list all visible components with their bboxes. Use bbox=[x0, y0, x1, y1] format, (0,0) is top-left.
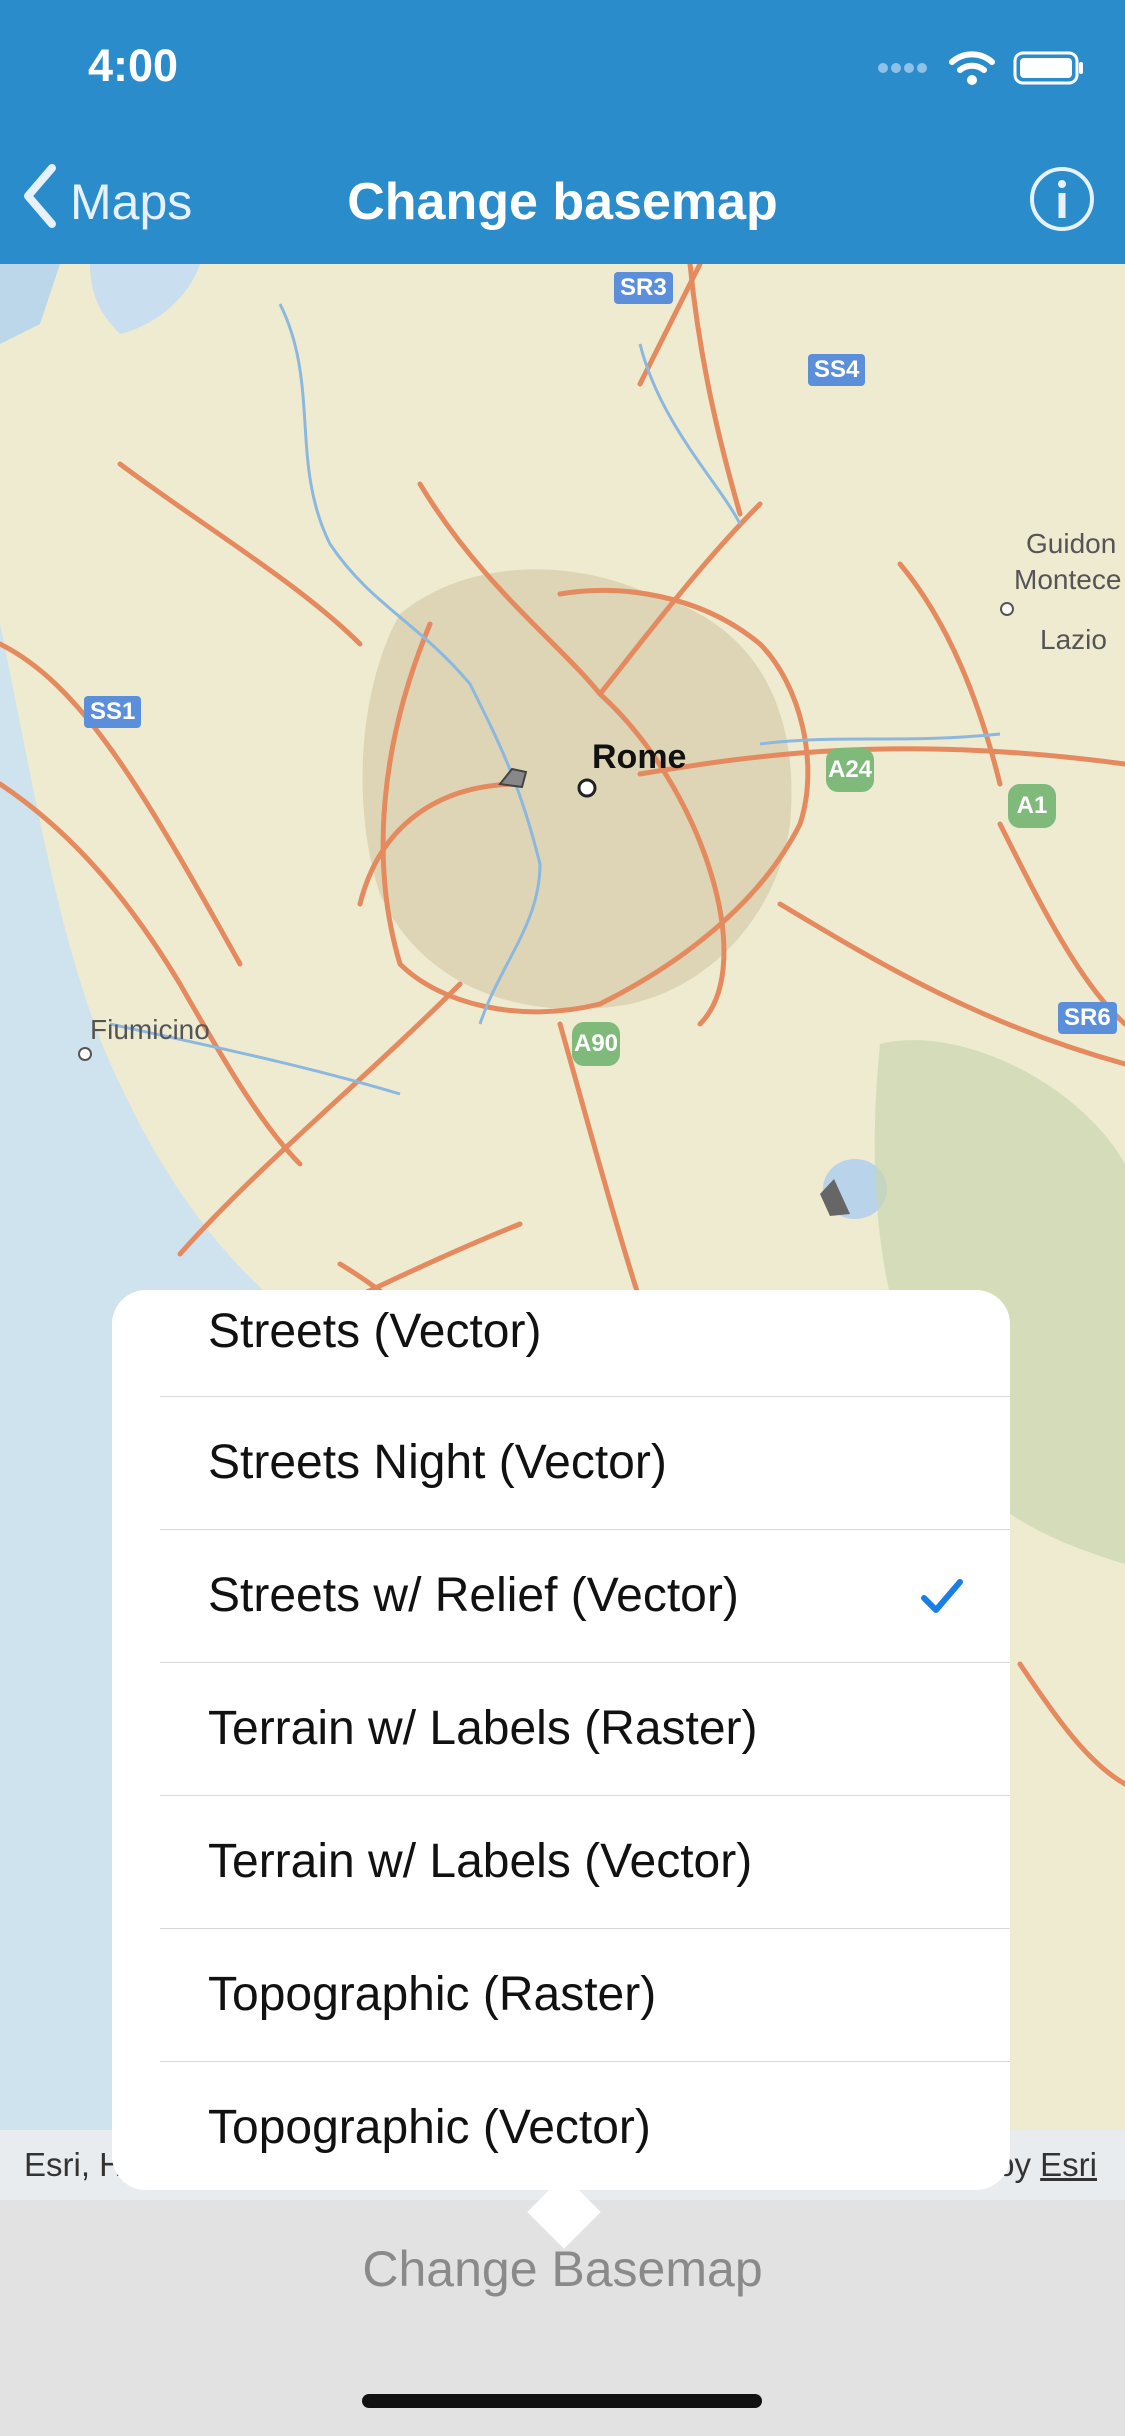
signal-icon bbox=[877, 61, 931, 80]
attribution-powered-by: by Esri bbox=[996, 2146, 1097, 2184]
highway-shield-a1: A1 bbox=[1008, 784, 1056, 828]
basemap-option[interactable]: Topographic (Raster) bbox=[160, 1929, 1010, 2062]
basemap-option-label: Terrain w/ Labels (Vector) bbox=[208, 1835, 753, 1888]
battery-icon bbox=[1013, 51, 1085, 90]
map-label-montecelio: Montece bbox=[1014, 564, 1122, 595]
wifi-icon bbox=[949, 50, 995, 91]
road-shield-sr6: SR6 bbox=[1058, 1002, 1117, 1034]
basemap-option[interactable]: Terrain w/ Labels (Raster) bbox=[160, 1663, 1010, 1796]
basemap-option[interactable]: Topographic (Vector) bbox=[160, 2062, 1010, 2190]
basemap-option-label: Topographic (Raster) bbox=[208, 1968, 657, 2021]
home-indicator bbox=[362, 2394, 762, 2408]
map-label-guidonia: Guidon bbox=[1026, 528, 1117, 559]
attribution-text: Esri, H bbox=[24, 2146, 123, 2183]
basemap-option[interactable]: Streets Night (Vector) bbox=[160, 1397, 1010, 1530]
map-label-lazio: Lazio bbox=[1040, 624, 1107, 655]
map-label-rome: Rome bbox=[592, 738, 687, 776]
basemap-option[interactable]: Terrain w/ Labels (Vector) bbox=[160, 1796, 1010, 1929]
highway-shield-a24: A24 bbox=[826, 748, 874, 792]
basemap-option-label: Streets w/ Relief (Vector) bbox=[208, 1569, 739, 1622]
info-button[interactable] bbox=[1027, 164, 1097, 234]
basemap-popover: Streets (Vector) Streets Night (Vector) … bbox=[112, 1290, 1010, 2190]
status-bar: 4:00 bbox=[0, 0, 1125, 140]
road-shield-ss1: SS1 bbox=[84, 696, 142, 728]
status-time: 4:00 bbox=[88, 40, 179, 91]
basemap-option-label: Topographic (Vector) bbox=[208, 2101, 651, 2154]
road-shield-ss4: SS4 bbox=[808, 354, 866, 386]
change-basemap-button[interactable]: Change Basemap bbox=[0, 2240, 1125, 2298]
basemap-option[interactable]: Streets (Vector) bbox=[160, 1290, 1010, 1397]
basemap-option-label: Streets Night (Vector) bbox=[208, 1436, 667, 1489]
page-title: Change basemap bbox=[347, 173, 778, 231]
road-shield-sr3: SR3 bbox=[614, 272, 673, 304]
basemap-option-label: Terrain w/ Labels (Raster) bbox=[208, 1702, 758, 1755]
info-icon bbox=[1030, 167, 1094, 231]
map-label-fiumicino: Fiumicino bbox=[90, 1014, 210, 1045]
checkmark-icon bbox=[921, 1579, 963, 1613]
status-icons bbox=[877, 50, 1085, 90]
basemap-option-selected[interactable]: Streets w/ Relief (Vector) bbox=[160, 1530, 1010, 1663]
highway-shield-a90: A90 bbox=[572, 1022, 620, 1066]
navigation-bar: Maps Change basemap bbox=[0, 140, 1125, 264]
basemap-option-label: Streets (Vector) bbox=[208, 1305, 542, 1358]
esri-link[interactable]: Esri bbox=[1040, 2146, 1097, 2183]
